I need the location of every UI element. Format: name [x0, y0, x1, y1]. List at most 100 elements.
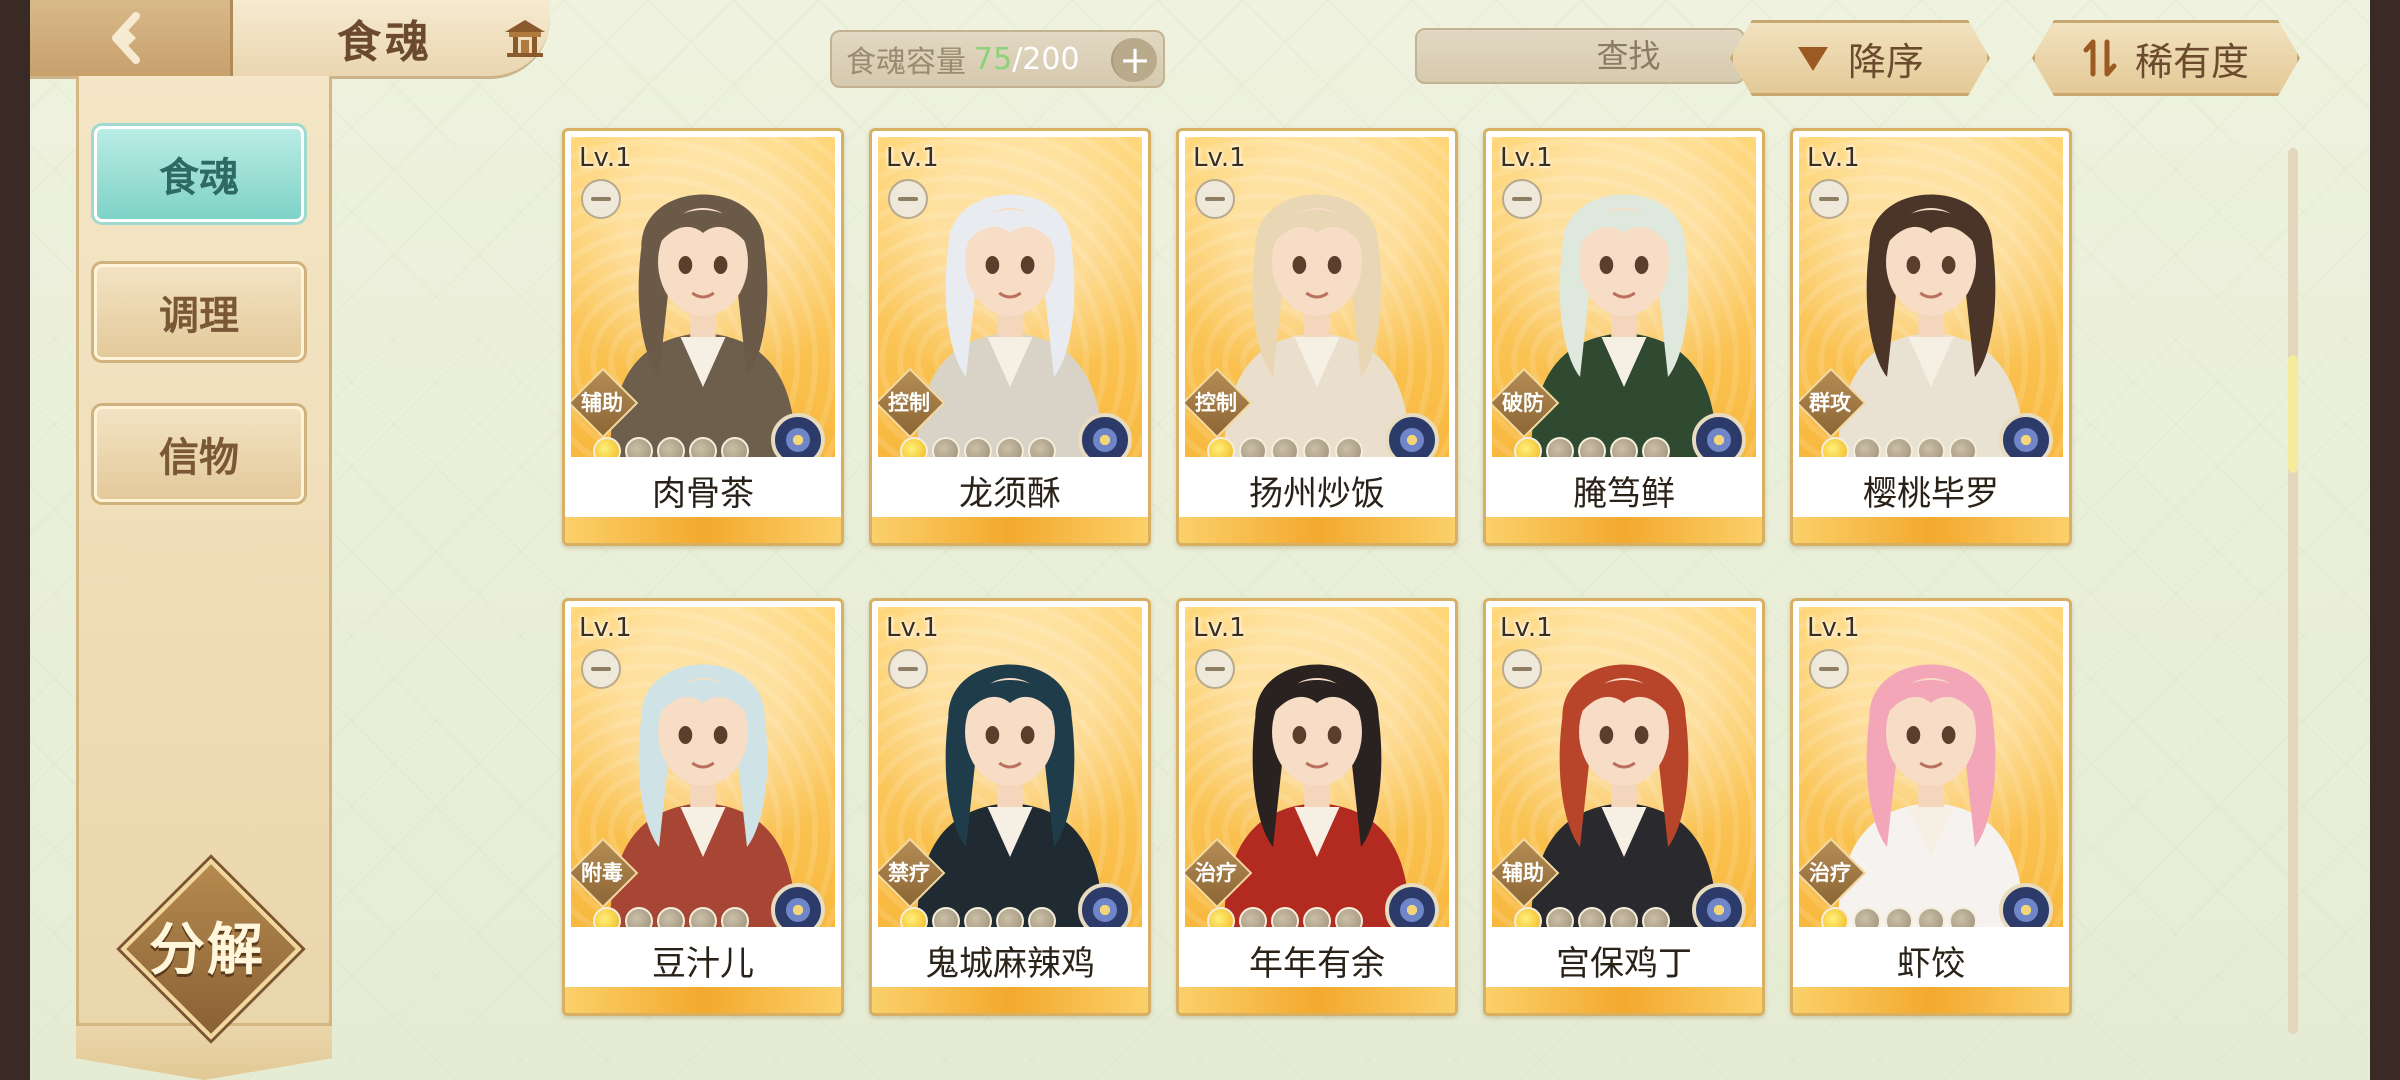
star-empty-icon — [1949, 907, 1977, 927]
level-label: Lv.1 — [579, 613, 632, 643]
star-filled-icon — [1514, 437, 1542, 457]
star-empty-icon — [1335, 907, 1363, 927]
level-label: Lv.1 — [1807, 143, 1860, 173]
food-soul-card[interactable]: Lv.1 控制 龙须酥 — [869, 128, 1151, 546]
level-label: Lv.1 — [1807, 613, 1860, 643]
star-rating — [1821, 907, 1977, 927]
character-portrait: Lv.1 群攻 — [1799, 137, 2063, 457]
food-soul-card[interactable]: Lv.1 控制 扬州炒饭 — [1176, 128, 1458, 546]
level-label: Lv.1 — [1500, 613, 1553, 643]
character-portrait: Lv.1 附毒 — [571, 607, 835, 927]
star-filled-icon — [1821, 437, 1849, 457]
card-footer-stripe — [1486, 517, 1762, 543]
role-label: 控制 — [1195, 391, 1237, 415]
star-filled-icon — [1514, 907, 1542, 927]
bond-status-icon — [888, 649, 928, 689]
character-name: 樱桃毕罗 — [1793, 465, 2069, 515]
food-soul-card[interactable]: Lv.1 治疗 年年有余 — [1176, 598, 1458, 1016]
star-empty-icon — [1546, 907, 1574, 927]
star-empty-icon — [1578, 437, 1606, 457]
food-soul-card[interactable]: Lv.1 附毒 豆汁儿 — [562, 598, 844, 1016]
food-soul-card[interactable]: Lv.1 辅助 肉骨茶 — [562, 128, 844, 546]
card-footer-stripe — [565, 987, 841, 1013]
bond-status-icon — [1809, 179, 1849, 219]
home-button[interactable] — [495, 12, 555, 64]
bond-status-icon — [1502, 649, 1542, 689]
level-label: Lv.1 — [1193, 143, 1246, 173]
sidebar-item-keepsakes[interactable]: 信物 — [94, 406, 304, 502]
bond-status-icon — [1809, 649, 1849, 689]
add-capacity-button[interactable]: + — [1111, 38, 1157, 82]
sort-order-label: 降序 — [1847, 39, 1924, 84]
scrollbar-thumb[interactable] — [2288, 355, 2298, 473]
star-filled-icon — [1821, 907, 1849, 927]
star-empty-icon — [1853, 907, 1881, 927]
star-empty-icon — [996, 437, 1024, 457]
star-empty-icon — [657, 907, 685, 927]
star-rating — [1514, 907, 1670, 927]
food-soul-grid: Lv.1 辅助 肉骨茶 Lv.1 控制 龙须酥 Lv.1 控制 扬州炒饭 Lv.… — [562, 128, 2122, 1018]
character-portrait: Lv.1 辅助 — [1492, 607, 1756, 927]
character-portrait: Lv.1 禁疗 — [878, 607, 1142, 927]
star-empty-icon — [625, 437, 653, 457]
capacity-max: 200 — [1022, 41, 1080, 77]
star-empty-icon — [1642, 907, 1670, 927]
back-button[interactable] — [30, 0, 233, 76]
role-label: 附毒 — [581, 861, 623, 885]
star-filled-icon — [900, 907, 928, 927]
star-empty-icon — [1610, 907, 1638, 927]
level-label: Lv.1 — [579, 143, 632, 173]
star-empty-icon — [1303, 907, 1331, 927]
star-empty-icon — [1885, 437, 1913, 457]
star-rating — [900, 437, 1056, 457]
role-badge: 群攻 — [1799, 367, 1867, 439]
role-label: 治疗 — [1809, 861, 1851, 885]
sort-field-button[interactable]: 稀有度 — [2032, 20, 2300, 96]
card-footer-stripe — [872, 987, 1148, 1013]
food-soul-card[interactable]: Lv.1 群攻 樱桃毕罗 — [1790, 128, 2072, 546]
food-soul-card[interactable]: Lv.1 破防 腌笃鲜 — [1483, 128, 1765, 546]
level-label: Lv.1 — [1500, 143, 1553, 173]
role-label: 破防 — [1502, 391, 1544, 415]
card-footer-stripe — [1179, 517, 1455, 543]
sort-arrows-icon — [2083, 38, 2117, 78]
food-soul-card[interactable]: Lv.1 禁疗 鬼城麻辣鸡 — [869, 598, 1151, 1016]
star-empty-icon — [1949, 437, 1977, 457]
star-empty-icon — [1239, 437, 1267, 457]
star-filled-icon — [593, 437, 621, 457]
card-footer-stripe — [1486, 987, 1762, 1013]
character-name: 年年有余 — [1179, 935, 1455, 985]
role-label: 治疗 — [1195, 861, 1237, 885]
character-portrait: Lv.1 辅助 — [571, 137, 835, 457]
game-screen: 食魂 食魂容量 75/200 + 降序 — [30, 0, 2370, 1080]
sort-order-button[interactable]: 降序 — [1730, 20, 1990, 96]
star-empty-icon — [1303, 437, 1331, 457]
character-portrait: Lv.1 治疗 — [1185, 607, 1449, 927]
capacity-separator: / — [1012, 41, 1023, 77]
decompose-button[interactable]: 分解 — [120, 858, 302, 1040]
card-footer-stripe — [1179, 987, 1455, 1013]
scrollbar[interactable] — [2288, 148, 2298, 1034]
level-label: Lv.1 — [1193, 613, 1246, 643]
star-rating — [593, 437, 749, 457]
star-empty-icon — [964, 437, 992, 457]
food-soul-card[interactable]: Lv.1 辅助 宫保鸡丁 — [1483, 598, 1765, 1016]
star-empty-icon — [657, 437, 685, 457]
capacity-label: 食魂容量 — [846, 45, 966, 80]
character-name: 腌笃鲜 — [1486, 465, 1762, 515]
food-soul-card[interactable]: Lv.1 治疗 虾饺 — [1790, 598, 2072, 1016]
pavilion-icon — [505, 20, 545, 57]
role-label: 辅助 — [581, 391, 623, 415]
star-empty-icon — [1642, 437, 1670, 457]
bond-status-icon — [1502, 179, 1542, 219]
character-name: 虾饺 — [1793, 935, 2069, 985]
role-badge: 控制 — [878, 367, 946, 439]
card-footer-stripe — [565, 517, 841, 543]
role-badge: 治疗 — [1185, 837, 1253, 909]
sidebar-item-cultivate[interactable]: 调理 — [94, 264, 304, 360]
star-filled-icon — [1207, 907, 1235, 927]
role-label: 控制 — [888, 391, 930, 415]
page-title: 食魂 — [337, 17, 433, 68]
star-empty-icon — [1028, 907, 1056, 927]
sidebar-item-food-souls[interactable]: 食魂 — [94, 126, 304, 222]
